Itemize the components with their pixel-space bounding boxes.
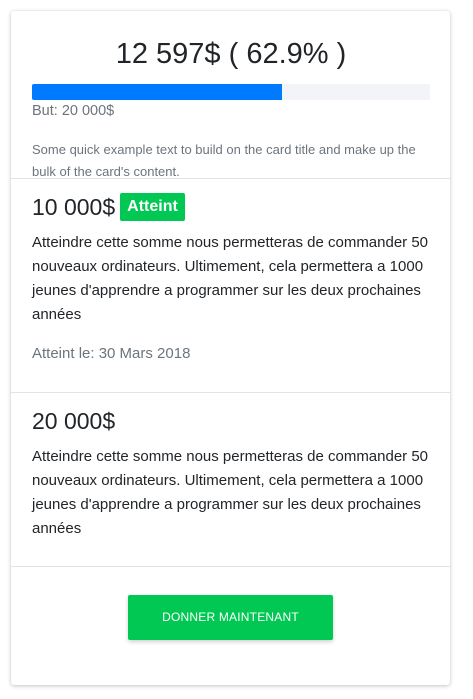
milestone-amount: 10 000$ bbox=[32, 193, 116, 220]
donation-summary: 12 597$ ( 62.9% ) But: 20 000$ Some quic… bbox=[11, 11, 450, 179]
milestone-amount: 20 000$ bbox=[32, 407, 116, 434]
goal-label: But: 20 000$ bbox=[32, 103, 115, 119]
card-footer: DONNER MAINTENANT bbox=[11, 567, 450, 666]
milestone-reached-date: Atteint le: 30 Mars 2018 bbox=[32, 345, 191, 362]
milestone-10000: 10 000$ Atteint Atteindre cette somme no… bbox=[11, 179, 450, 393]
raised-amount: 12 597$ ( 62.9% ) bbox=[115, 38, 347, 70]
milestone-header: 10 000$ Atteint bbox=[32, 191, 430, 223]
status-badge: Atteint bbox=[120, 193, 185, 221]
donate-button[interactable]: DONNER MAINTENANT bbox=[128, 594, 333, 640]
milestone-20000: 20 000$ Atteindre cette somme nous perme… bbox=[11, 393, 450, 567]
donation-card: 12 597$ ( 62.9% ) But: 20 000$ Some quic… bbox=[11, 11, 450, 685]
progress-bar-fill bbox=[32, 84, 283, 100]
progress-bar bbox=[32, 84, 430, 100]
milestone-description: Atteindre cette somme nous permetteras d… bbox=[32, 234, 429, 323]
milestone-description: Atteindre cette somme nous permetteras d… bbox=[32, 448, 429, 537]
milestone-header: 20 000$ bbox=[32, 405, 430, 437]
card-description: Some quick example text to build on the … bbox=[32, 142, 416, 179]
